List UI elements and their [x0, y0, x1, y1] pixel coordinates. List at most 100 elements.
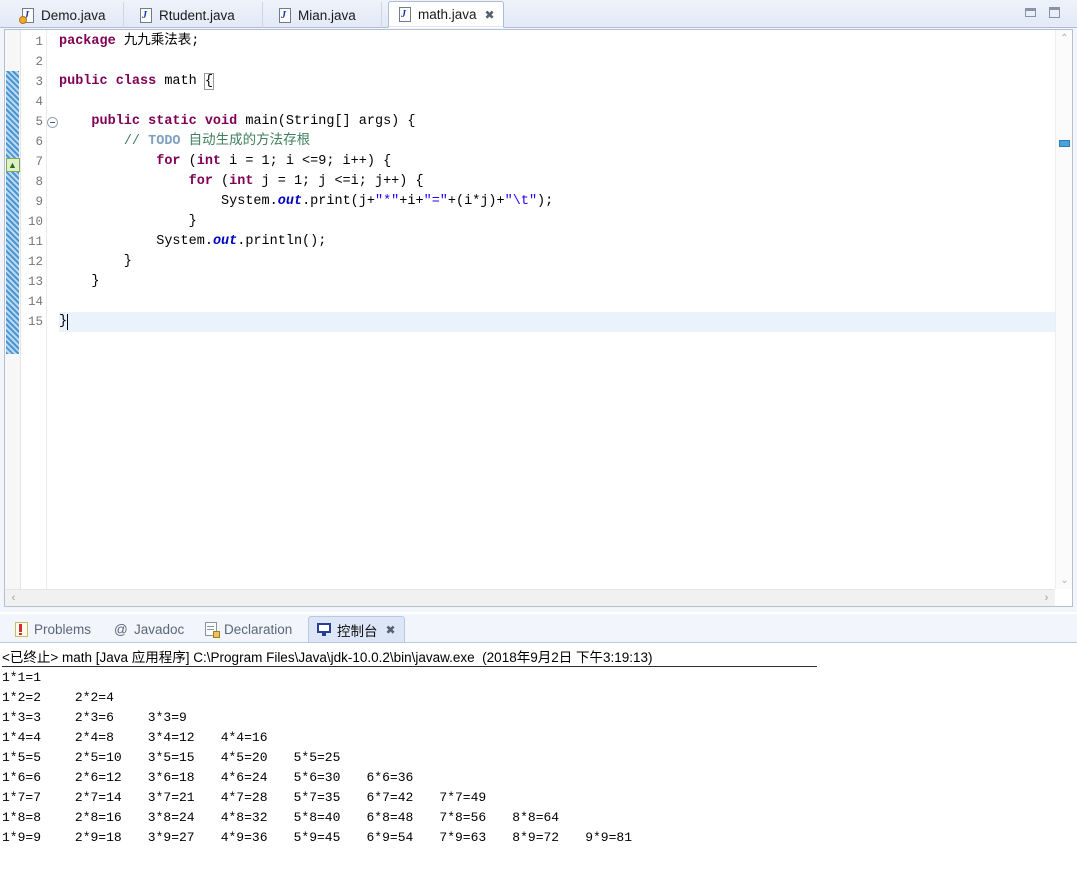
console-output-cell: 4*6=24 — [220, 770, 268, 785]
code-folding-ruler[interactable] — [47, 30, 59, 606]
code-token: } — [59, 214, 197, 229]
javadoc-icon: @ — [114, 621, 128, 637]
code-token: math — [164, 74, 205, 89]
console-tab-console[interactable]: 控制台 ✖ — [308, 616, 405, 642]
editor-tab-math-java[interactable]: Jmath.java ✖ — [388, 1, 504, 28]
code-token: out — [212, 234, 238, 249]
console-output-cell: 1*4=4 — [2, 730, 42, 745]
minimize-editor-button[interactable] — [1022, 5, 1039, 20]
code-line: System.out.println(); — [59, 232, 326, 252]
console-output-cell: 8*8=64 — [512, 810, 560, 825]
console-output-cell: 3*7=21 — [147, 790, 195, 805]
console-output-cell: 7*8=56 — [439, 810, 487, 825]
code-line: } — [59, 272, 100, 292]
line-number: 3 — [35, 75, 43, 89]
code-token: "*" — [374, 194, 400, 209]
console-output-cell: 1*2=2 — [2, 690, 42, 705]
console-tab-declaration[interactable]: Declaration — [196, 617, 300, 641]
line-number: 2 — [35, 55, 43, 69]
console-output-cell: 7*7=49 — [439, 790, 487, 805]
console-output-cell: 2*8=16 — [74, 810, 122, 825]
code-line: System.out.print(j+"*"+i+"="+(i*j)+"\t")… — [59, 192, 553, 212]
editor-text-area[interactable]: ▲ 1 2 3 4 5 6 7 8 9 10 11 12 13 14 15 package 九九乘法表; pu… — [4, 29, 1073, 607]
console-header-divider — [2, 666, 817, 667]
console-output-cell: 1*5=5 — [2, 750, 42, 765]
code-token: } — [59, 254, 132, 269]
tab-close-icon[interactable]: ✖ — [386, 624, 396, 636]
scroll-down-arrow-icon[interactable]: ⌄ — [1056, 572, 1073, 589]
editor-tab-demo-java[interactable]: J Demo.java — [12, 2, 124, 28]
code-token: System. — [59, 234, 213, 249]
console-output-cell: 4*7=28 — [220, 790, 268, 805]
code-token: j = 1; j <=i; j++) { — [261, 174, 424, 189]
console-tab-label: 控制台 — [337, 623, 378, 639]
editor-horizontal-scrollbar[interactable]: ‹ › — [5, 589, 1055, 606]
console-output-panel[interactable]: <已终止> math [Java 应用程序] C:\Program Files\… — [0, 642, 1077, 886]
java-file-icon: J — [398, 7, 412, 22]
console-output-cell: 3*5=15 — [147, 750, 195, 765]
scroll-left-arrow-icon[interactable]: ‹ — [5, 590, 22, 607]
editor-tab-bar: J Demo.java J Rtudent.java J Mian.java Jmath.j… — [0, 0, 1077, 28]
code-line: for (int j = 1; j <=i; j++) { — [59, 172, 424, 192]
console-output-cell: 1*6=6 — [2, 770, 42, 785]
minimize-icon — [1025, 8, 1036, 17]
code-line: package 九九乘法表; — [59, 32, 199, 52]
maximize-editor-button[interactable] — [1046, 5, 1063, 20]
editor-tab-label: math.java — [418, 7, 477, 22]
code-line: // TODO 自动生成的方法存根 — [59, 132, 310, 152]
console-output-cell: 6*9=54 — [366, 830, 414, 845]
java-file-icon: J — [278, 7, 292, 23]
console-tab-label: Javadoc — [134, 621, 185, 637]
console-tab-problems[interactable]: Problems — [6, 617, 99, 641]
line-number: 4 — [35, 95, 43, 109]
console-tab-javadoc[interactable]: @ Javadoc — [106, 617, 192, 641]
tab-close-icon[interactable]: ✖ — [485, 9, 495, 21]
editor-vertical-scrollbar[interactable]: ⌃ ⌄ — [1055, 30, 1072, 589]
console-launch-header: <已终止> math [Java 应用程序] C:\Program Files\… — [2, 650, 653, 665]
scroll-up-arrow-icon[interactable]: ⌃ — [1056, 30, 1073, 47]
java-file-icon: J — [139, 7, 153, 23]
console-output-cell: 1*8=8 — [2, 810, 42, 825]
code-line: } — [59, 312, 67, 332]
code-token: } — [59, 274, 100, 289]
code-token: 自动生成的方法存根 — [180, 134, 311, 149]
code-line: } — [59, 252, 132, 272]
editor-tab-mian-java[interactable]: J Mian.java — [269, 2, 382, 28]
maximize-icon — [1049, 7, 1060, 18]
code-token: +i+ — [399, 194, 424, 209]
code-canvas[interactable]: package 九九乘法表; public class math { public… — [59, 30, 1072, 606]
code-token: out — [277, 194, 303, 209]
scroll-right-arrow-icon[interactable]: › — [1038, 590, 1055, 607]
line-number: 15 — [27, 315, 43, 329]
line-number: 12 — [27, 255, 43, 269]
console-output-cell: 5*6=30 — [293, 770, 341, 785]
code-token: int — [196, 154, 230, 169]
code-token: for — [156, 154, 189, 169]
console-icon — [317, 622, 332, 637]
console-output-cell: 6*8=48 — [366, 810, 414, 825]
line-number: 7 — [35, 155, 43, 169]
console-output-cell: 5*5=25 — [293, 750, 341, 765]
editor-tab-label: Mian.java — [298, 7, 356, 23]
console-output-cell: 9*9=81 — [585, 830, 632, 845]
console-output-cell: 5*9=45 — [293, 830, 341, 845]
fold-collapse-button[interactable] — [47, 117, 58, 128]
console-output-cell: 2*7=14 — [74, 790, 122, 805]
editor-tab-rtudent-java[interactable]: J Rtudent.java — [130, 2, 263, 28]
code-line: } — [59, 212, 197, 232]
code-token: ( — [188, 154, 197, 169]
overview-ruler-marker[interactable] — [1059, 140, 1070, 147]
console-output-cell: 4*4=16 — [220, 730, 268, 745]
line-number: 5 — [35, 115, 43, 129]
code-token: "=" — [423, 194, 448, 209]
console-tab-bar: Problems @ Javadoc Declaration 控制台 ✖ — [0, 614, 1077, 642]
console-tab-label: Problems — [34, 621, 92, 637]
line-number: 11 — [27, 235, 43, 249]
console-output-cell: 7*9=63 — [439, 830, 487, 845]
code-line: public static void main(String[] args) { — [59, 112, 415, 132]
code-token: ( — [221, 174, 230, 189]
console-output-cell: 5*7=35 — [293, 790, 341, 805]
problems-icon — [14, 621, 29, 637]
